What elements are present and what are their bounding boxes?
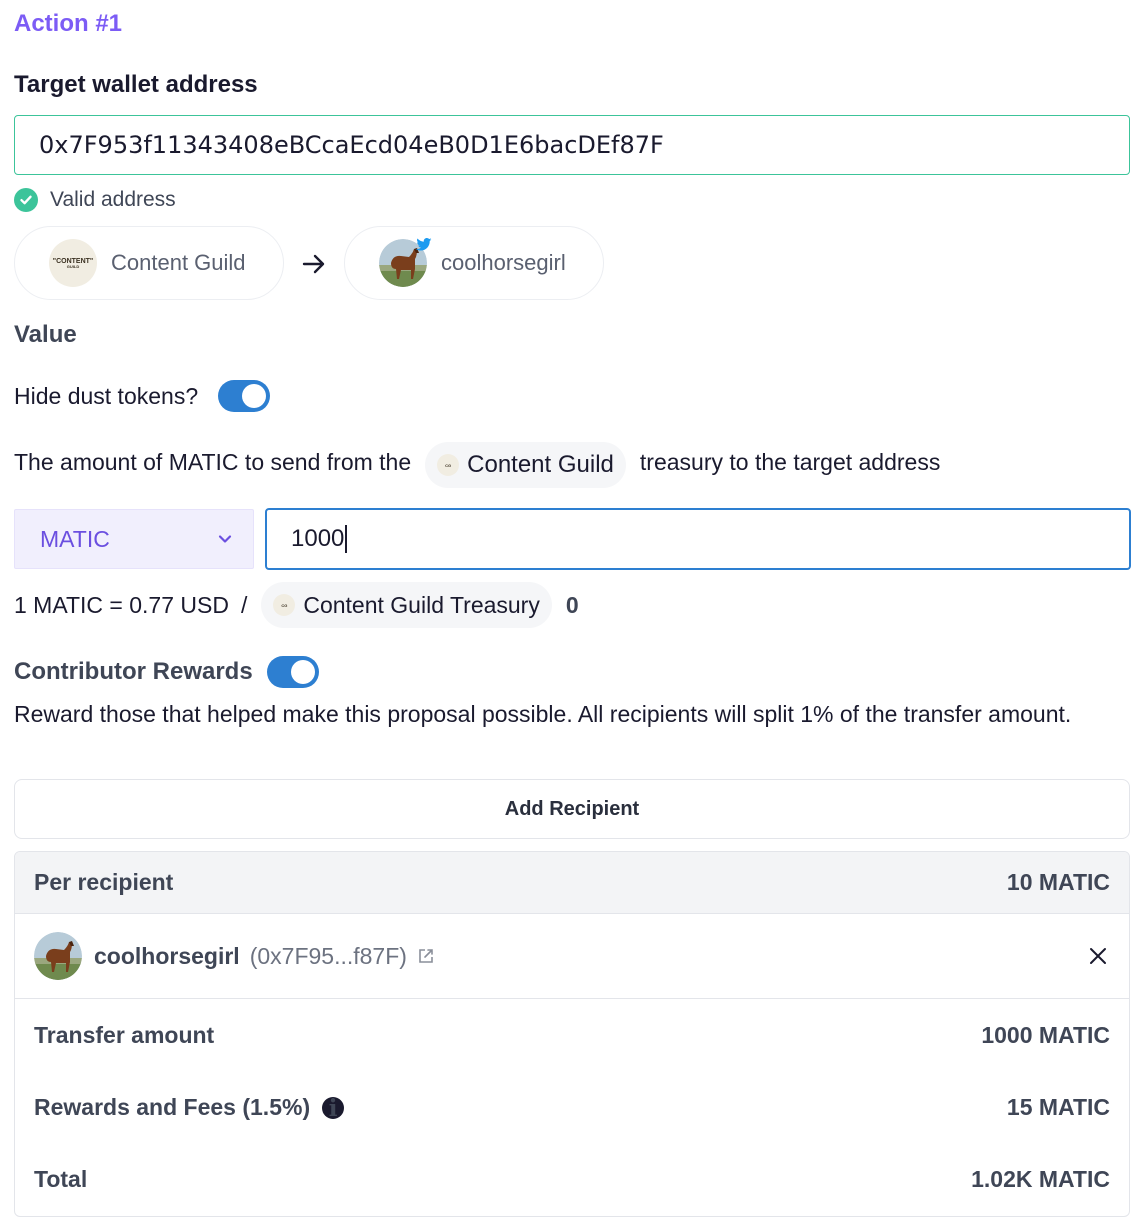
contributor-rewards-label: Contributor Rewards	[14, 658, 253, 685]
treasury-balance-chip: CG Content Guild Treasury	[261, 582, 552, 628]
treasury-chip: CG Content Guild	[425, 442, 626, 488]
treasury-balance: 0	[565, 591, 579, 618]
arrow-right-icon	[302, 254, 325, 274]
amount-description-post: treasury to the target address	[639, 448, 941, 475]
to-entity-name: coolhorsegirl	[441, 250, 566, 275]
per-recipient-value: 10 MATIC	[1006, 869, 1110, 895]
rewards-fees-label: Rewards and Fees (1.5%) i	[34, 1094, 345, 1122]
rewards-summary-panel: Per recipient 10 MATIC coolhorsegirl (0x…	[14, 851, 1130, 1217]
per-recipient-label: Per recipient	[34, 869, 174, 895]
twitter-icon	[415, 237, 432, 251]
hide-dust-label: Hide dust tokens?	[14, 382, 199, 409]
content-guild-avatar: "CONTENT" GUILD	[49, 239, 97, 287]
action-title: Action #1	[14, 10, 123, 37]
amount-input[interactable]: 1000	[265, 508, 1131, 570]
content-guild-avatar: CG	[437, 454, 460, 476]
add-recipient-button[interactable]: Add Recipient	[14, 779, 1130, 839]
transfer-amount-row: Transfer amount 1000 MATIC	[15, 999, 1129, 1071]
amount-input-value: 1000	[291, 525, 345, 552]
total-row: Total 1.02K MATIC	[15, 1143, 1129, 1215]
token-select[interactable]: MATIC	[14, 509, 254, 569]
valid-address-indicator: Valid address	[14, 188, 176, 212]
recipient-address: (0x7F95...f87F)	[249, 942, 407, 969]
from-entity-pill[interactable]: "CONTENT" GUILD Content Guild	[14, 226, 284, 300]
recipient-name: coolhorsegirl	[94, 942, 240, 969]
text-caret	[345, 525, 348, 553]
hide-dust-toggle[interactable]	[218, 380, 271, 412]
token-select-value: MATIC	[40, 525, 110, 552]
target-address-input[interactable]: 0x7F953f11343408eBCcaEcd04eB0D1E6bacDEf8…	[14, 115, 1130, 175]
value-label: Value	[14, 321, 77, 348]
rewards-description: Reward those that helped make this propo…	[14, 701, 1072, 727]
amount-description-pre: The amount of MATIC to send from the	[14, 448, 412, 475]
from-entity-name: Content Guild	[111, 250, 246, 275]
rate-row: 1 MATIC = 0.77 USD / CG Content Guild Tr…	[14, 582, 579, 628]
rewards-fees-row: Rewards and Fees (1.5%) i 15 MATIC	[15, 1071, 1129, 1143]
check-circle-icon	[14, 188, 38, 212]
exchange-rate: 1 MATIC = 0.77 USD	[14, 591, 229, 618]
valid-address-text: Valid address	[50, 188, 176, 211]
list-item: coolhorsegirl (0x7F95...f87F)	[15, 914, 1129, 999]
content-guild-avatar: CG	[273, 594, 296, 616]
to-entity-pill[interactable]: coolhorsegirl	[344, 226, 604, 300]
transfer-amount-label: Transfer amount	[34, 1021, 215, 1048]
chevron-down-icon	[218, 535, 232, 543]
avatar	[34, 932, 82, 980]
target-wallet-label: Target wallet address	[14, 71, 258, 98]
transfer-amount-value: 1000 MATIC	[981, 1021, 1110, 1048]
treasury-name: Content Guild Treasury	[303, 591, 540, 618]
close-icon[interactable]	[1088, 946, 1108, 966]
treasury-chip-name: Content Guild	[467, 451, 614, 478]
total-value: 1.02K MATIC	[971, 1165, 1110, 1192]
rewards-fees-value: 15 MATIC	[1006, 1093, 1110, 1120]
total-label: Total	[34, 1165, 88, 1192]
per-recipient-row: Per recipient 10 MATIC	[15, 852, 1129, 914]
rate-separator: /	[240, 591, 248, 618]
contributor-rewards-toggle[interactable]	[266, 656, 319, 688]
external-link-icon[interactable]	[417, 947, 435, 965]
avatar	[379, 237, 432, 287]
info-icon[interactable]: i	[322, 1095, 345, 1122]
